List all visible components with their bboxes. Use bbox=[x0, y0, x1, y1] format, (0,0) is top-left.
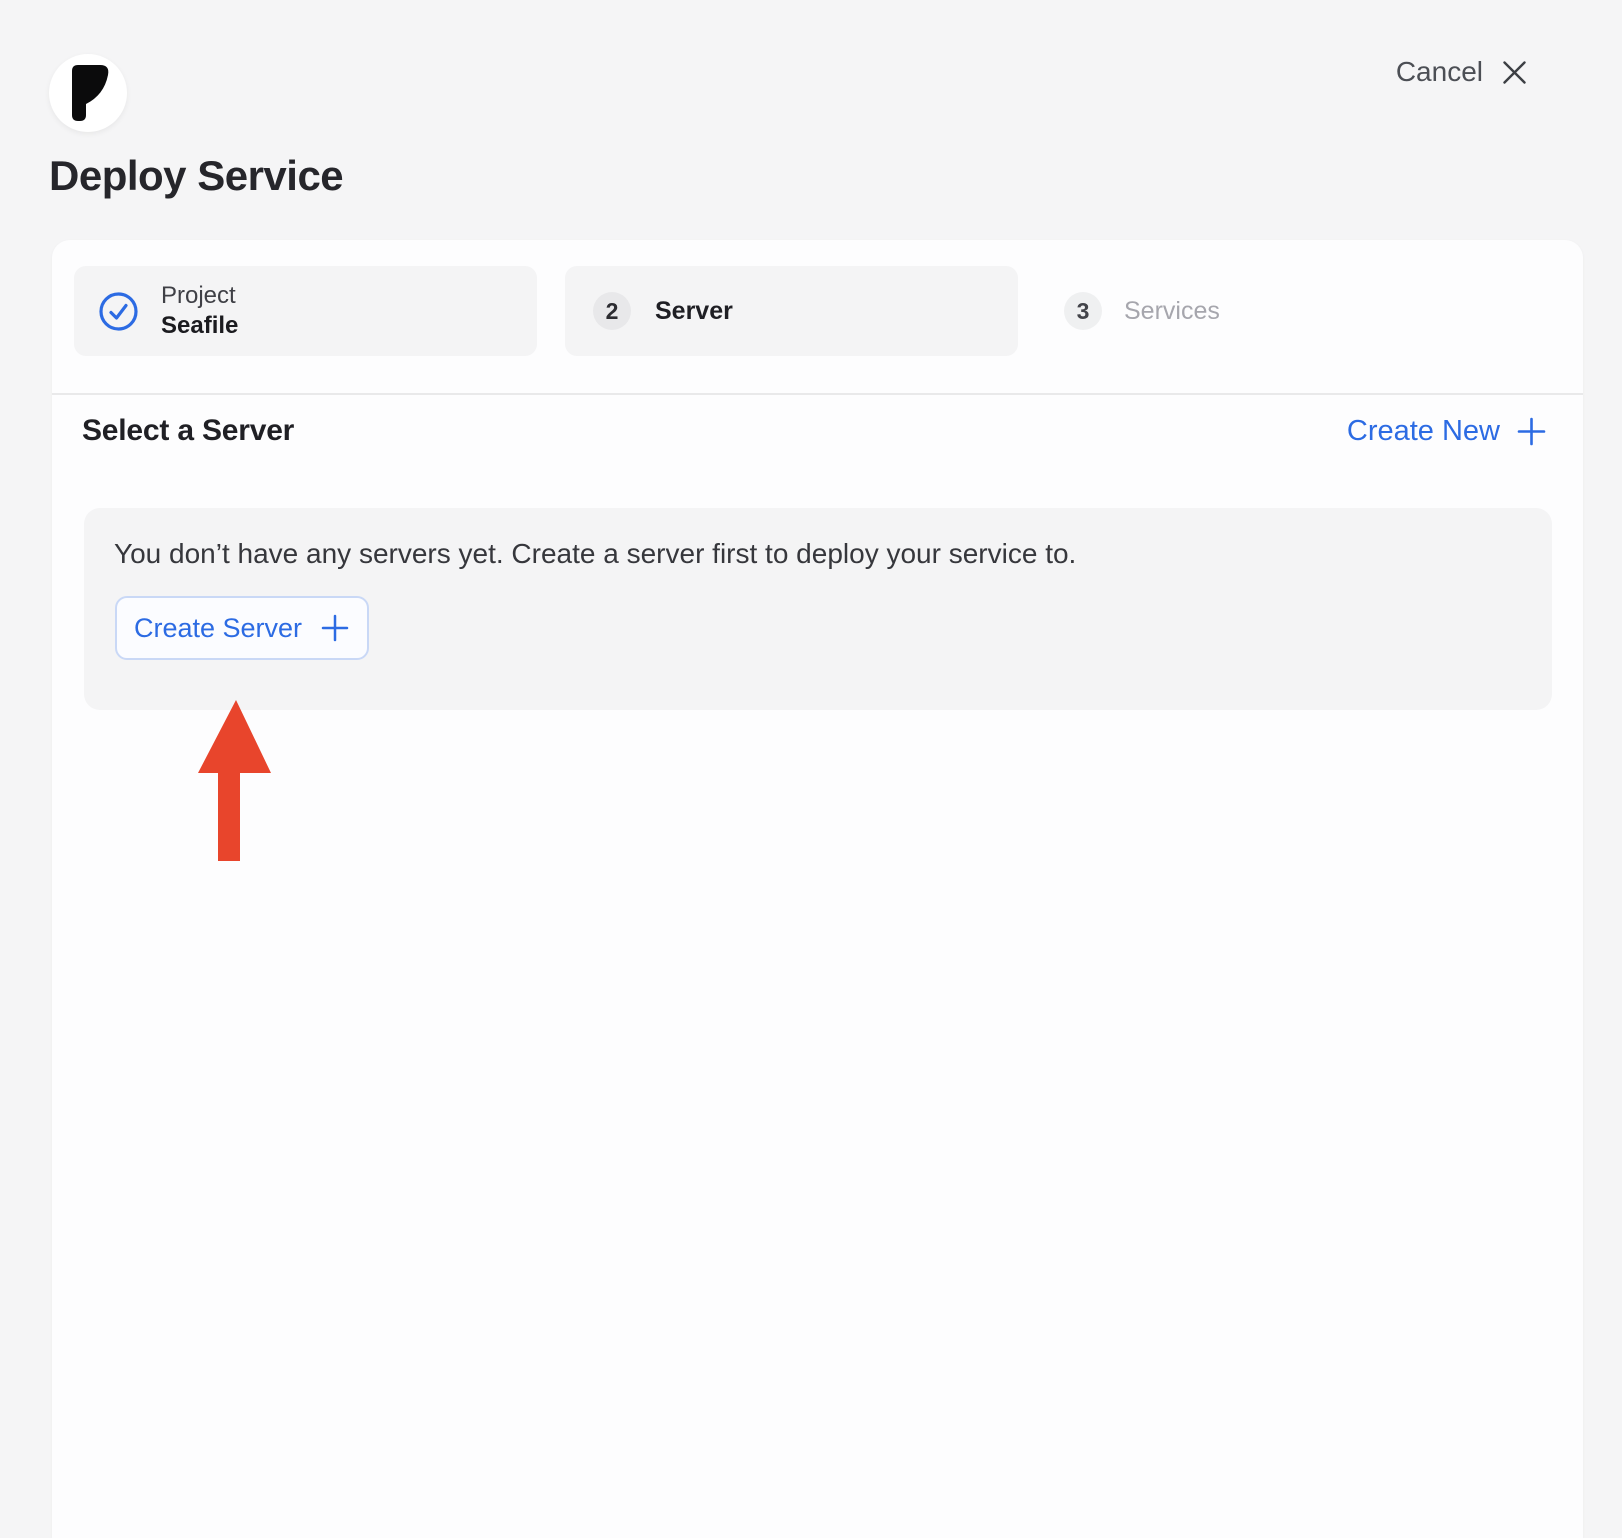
wizard-card: Project Seafile 2 Server 3 Services Sele… bbox=[52, 240, 1583, 1538]
deploy-service-page: Cancel Deploy Service Project Seafile 2 … bbox=[0, 0, 1622, 1538]
step-services-number: 3 bbox=[1064, 292, 1102, 330]
create-server-button[interactable]: Create Server bbox=[115, 596, 369, 660]
stepper: Project Seafile 2 Server 3 Services bbox=[74, 266, 1220, 356]
red-arrow-annotation bbox=[195, 698, 280, 866]
divider bbox=[52, 393, 1583, 395]
create-new-label: Create New bbox=[1347, 415, 1500, 448]
step-server-label: Server bbox=[655, 297, 733, 326]
step-services: 3 Services bbox=[1046, 266, 1220, 356]
step-project-label: Project bbox=[161, 281, 238, 311]
step-server[interactable]: 2 Server bbox=[565, 266, 1018, 356]
app-logo-icon bbox=[64, 63, 112, 123]
page-title: Deploy Service bbox=[49, 152, 343, 200]
step-project[interactable]: Project Seafile bbox=[74, 266, 537, 356]
cancel-label: Cancel bbox=[1396, 56, 1483, 88]
cancel-button[interactable]: Cancel bbox=[1396, 56, 1528, 88]
create-new-link[interactable]: Create New bbox=[1347, 415, 1547, 448]
step-project-text: Project Seafile bbox=[161, 281, 238, 341]
plus-icon bbox=[1516, 416, 1547, 447]
close-icon[interactable] bbox=[1501, 59, 1528, 86]
section-title: Select a Server bbox=[82, 414, 294, 448]
create-server-label: Create Server bbox=[134, 613, 302, 644]
check-circle-icon bbox=[98, 291, 139, 332]
plus-icon bbox=[320, 613, 350, 643]
app-logo bbox=[49, 54, 127, 132]
step-services-label: Services bbox=[1124, 297, 1220, 326]
step-server-number: 2 bbox=[593, 292, 631, 330]
empty-state-message: You don’t have any servers yet. Create a… bbox=[84, 508, 1552, 570]
section-header: Select a Server Create New bbox=[82, 414, 1547, 448]
empty-state-panel: You don’t have any servers yet. Create a… bbox=[84, 508, 1552, 710]
step-project-value: Seafile bbox=[161, 311, 238, 341]
